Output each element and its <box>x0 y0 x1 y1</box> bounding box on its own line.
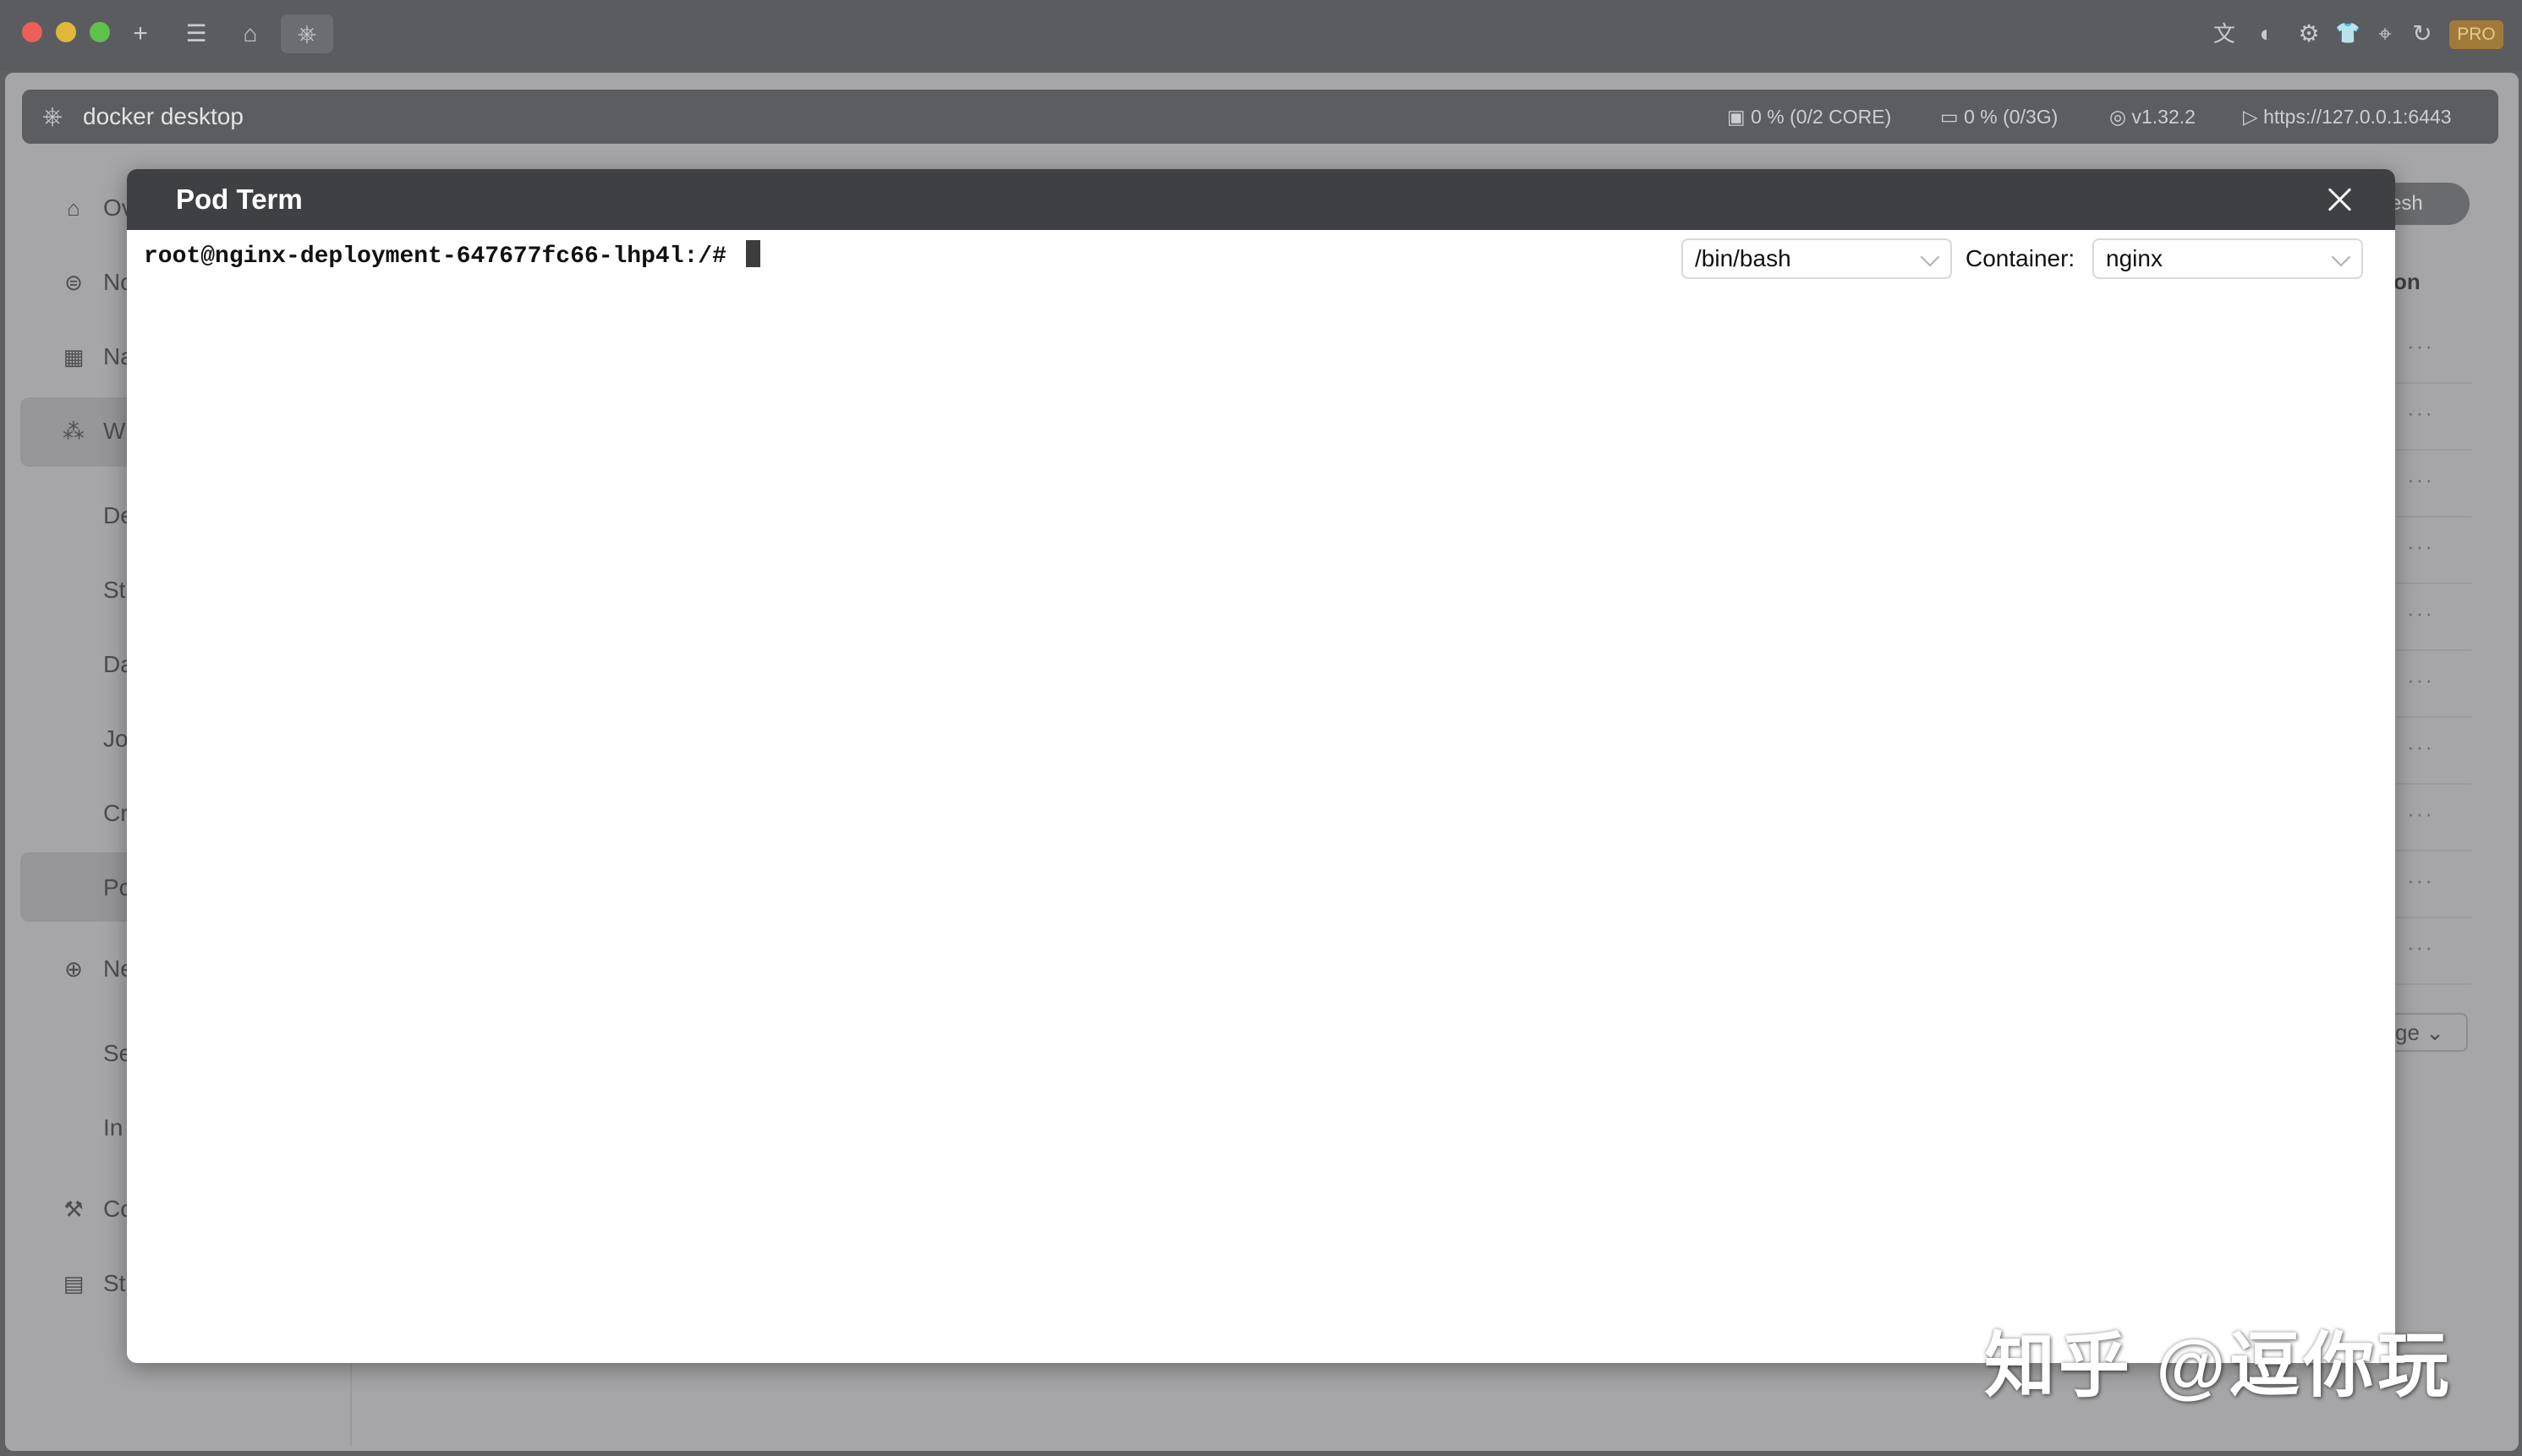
shell-select[interactable]: /bin/bash <box>1681 238 1952 279</box>
close-icon[interactable] <box>2322 183 2356 216</box>
shell-select-value: /bin/bash <box>1695 245 1791 271</box>
refresh-icon[interactable]: ↻ <box>2405 17 2439 51</box>
row-divider <box>2393 983 2471 985</box>
home-icon[interactable]: ⌂ <box>233 17 267 51</box>
row-divider <box>2393 516 2471 517</box>
api-endpoint[interactable]: ▷ https://127.0.0.1:6443 <box>2243 90 2452 144</box>
cpu-usage: ▣ 0 % (0/2 CORE) <box>1727 106 1892 128</box>
list-icon[interactable]: ☰ <box>179 17 213 51</box>
shield-icon[interactable]: ◐ <box>2250 17 2284 51</box>
sidebar-item-statefulsets[interactable]: St <box>103 577 125 604</box>
dialog-title: Pod Term <box>176 183 303 215</box>
gear-icon[interactable]: ⚙ <box>2292 17 2326 51</box>
pod-terminal-dialog: Pod Term root@nginx-deployment-647677fc6… <box>127 169 2395 1363</box>
terminal-cursor <box>745 240 760 267</box>
terminal-output[interactable]: root@nginx-deployment-647677fc66-lhp4l:/… <box>144 240 760 270</box>
watermark: 知乎 @逗你玩 <box>1984 1326 2453 1405</box>
row-divider <box>2393 716 2471 718</box>
pro-badge[interactable]: PRO <box>2449 20 2503 49</box>
row-divider <box>2393 917 2471 918</box>
memory-icon: ▭ <box>1940 106 1965 128</box>
row-divider <box>2393 783 2471 785</box>
sidebar-item-jobs[interactable]: Jo <box>103 725 129 753</box>
storage-icon: ▤ <box>63 1271 85 1296</box>
translate-icon[interactable]: 文 <box>2207 17 2241 51</box>
kubernetes-icon[interactable]: ⎈ <box>281 14 333 53</box>
row-action-button[interactable]: ··· <box>2407 667 2434 693</box>
shirt-icon[interactable]: 👕 <box>2331 17 2365 51</box>
app-header: ⎈ docker desktop ▣ 0 % (0/2 CORE) ▭ 0 % … <box>22 90 2498 144</box>
globe-icon: ⊕ <box>64 956 83 982</box>
row-action-button[interactable]: ··· <box>2407 333 2434 359</box>
workload-icon: ⁂ <box>63 419 85 444</box>
node-icon: ⊜ <box>64 270 83 295</box>
sidebar-item-ingresses[interactable]: In <box>103 1114 123 1141</box>
row-divider <box>2393 850 2471 851</box>
row-action-button[interactable]: ··· <box>2407 467 2434 493</box>
row-action-button[interactable]: ··· <box>2407 600 2434 627</box>
row-divider <box>2393 449 2471 451</box>
home-icon: ⌂ <box>67 195 80 221</box>
terminal-prompt: root@nginx-deployment-647677fc66-lhp4l:/… <box>144 244 726 270</box>
container-select[interactable]: nginx <box>2092 238 2363 279</box>
kubernetes-version: ◎ v1.32.2 <box>2109 106 2196 128</box>
cpu-icon: ▣ <box>1727 106 1752 128</box>
chevron-down-icon <box>2331 247 2351 267</box>
container-select-value: nginx <box>2106 245 2163 271</box>
table-icon: ▦ <box>63 344 85 369</box>
wrench-icon: ⚒ <box>63 1196 84 1222</box>
chevron-down-icon: ⌄ <box>2426 1020 2444 1045</box>
row-divider <box>2393 649 2471 651</box>
sidebar-item-cronjobs[interactable]: Cr <box>103 800 129 827</box>
target-icon[interactable]: ⌖ <box>2368 17 2402 51</box>
close-window-button[interactable] <box>22 22 42 42</box>
minimize-window-button[interactable] <box>56 22 76 42</box>
row-action-button[interactable]: ··· <box>2407 400 2434 426</box>
dialog-header: Pod Term <box>127 169 2395 230</box>
row-action-button[interactable]: ··· <box>2407 868 2434 894</box>
cluster-name: docker desktop <box>83 103 244 129</box>
container-label: Container: <box>1966 245 2075 271</box>
row-action-button[interactable]: ··· <box>2407 734 2434 760</box>
play-icon: ▷ <box>2243 106 2264 128</box>
row-divider <box>2393 583 2471 584</box>
sidebar-item-workloads[interactable]: W <box>103 418 125 445</box>
memory-usage: ▭ 0 % (0/3G) <box>1940 106 2059 128</box>
kubernetes-logo-icon: ⎈ <box>42 102 63 130</box>
chevron-down-icon <box>1920 247 1940 267</box>
table-header-action: on <box>2393 269 2421 294</box>
row-action-button[interactable]: ··· <box>2407 534 2434 560</box>
check-circle-icon: ◎ <box>2109 106 2132 128</box>
row-divider <box>2393 382 2471 384</box>
row-action-button[interactable]: ··· <box>2407 934 2434 961</box>
zoom-window-button[interactable] <box>90 22 110 42</box>
sidebar-item-storage[interactable]: St <box>103 1270 125 1297</box>
row-action-button[interactable]: ··· <box>2407 801 2434 827</box>
window-titlebar: + ☰ ⌂ ⎈ 文 ◐ ⚙ 👕 ⌖ ↻ PRO <box>0 0 2522 71</box>
plus-icon[interactable]: + <box>123 17 157 51</box>
